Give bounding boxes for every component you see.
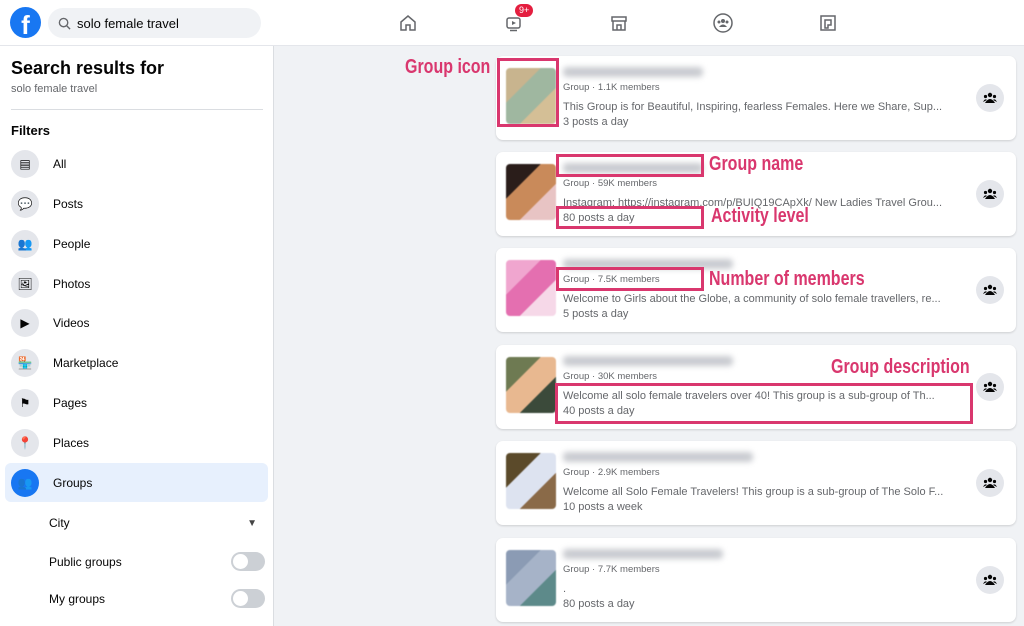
- all-icon: ▤: [11, 149, 39, 178]
- annotation-box-name: [556, 154, 704, 177]
- people-icon: 👥: [11, 229, 39, 258]
- group-avatar[interactable]: [506, 550, 556, 606]
- posts-icon: 💬: [11, 189, 39, 218]
- sidebar-item-groups[interactable]: 👥 Groups: [5, 463, 268, 502]
- sidebar-item-places[interactable]: 📍 Places: [5, 423, 268, 462]
- search-query: solo female travel: [11, 83, 98, 95]
- page-title: Search results for: [11, 58, 165, 78]
- groups-icon[interactable]: [710, 10, 736, 36]
- gaming-icon[interactable]: [815, 10, 841, 36]
- group-description: .: [563, 583, 567, 595]
- groups-icon: [983, 381, 997, 392]
- public-groups-filter: Public groups: [49, 552, 265, 571]
- group-name-blurred[interactable]: [563, 356, 733, 366]
- sidebar-item-photos[interactable]: 🖼 Photos: [5, 264, 268, 303]
- groups-icon: [983, 92, 997, 103]
- sidebar-item-all[interactable]: ▤ All: [5, 144, 268, 183]
- my-groups-label: My groups: [49, 591, 106, 606]
- annotation-members: Number of members: [709, 268, 865, 290]
- watch-icon[interactable]: 9+: [501, 4, 534, 36]
- group-name-blurred[interactable]: [563, 452, 753, 462]
- group-result-card[interactable]: Group · 1.1K members This Group is for B…: [496, 56, 1016, 140]
- groups-icon: 👥: [11, 468, 39, 497]
- sidebar-item-videos[interactable]: ▶ Videos: [5, 303, 268, 342]
- annotation-activity: Activity level: [711, 205, 809, 227]
- group-meta: Group · 1.1K members: [563, 82, 660, 93]
- group-result-card[interactable]: Group · 7.7K members . 80 posts a day: [496, 538, 1016, 622]
- join-group-button[interactable]: [976, 84, 1004, 112]
- groups-icon: [983, 188, 997, 199]
- join-group-button[interactable]: [976, 373, 1004, 401]
- sidebar-item-label: Pages: [53, 395, 88, 410]
- search-input[interactable]: [77, 15, 247, 31]
- my-groups-toggle[interactable]: [231, 589, 265, 608]
- group-name-blurred[interactable]: [563, 549, 723, 559]
- annotation-group-icon: Group icon: [405, 56, 491, 78]
- photos-icon: 🖼: [11, 269, 39, 298]
- group-description: Welcome to Girls about the Globe, a comm…: [563, 293, 941, 305]
- marketplace-icon[interactable]: [606, 10, 632, 36]
- city-filter[interactable]: City ▼: [49, 516, 265, 530]
- facebook-logo[interactable]: f: [10, 7, 41, 38]
- group-result-card[interactable]: Group · 2.9K members Welcome all Solo Fe…: [496, 441, 1016, 525]
- groups-icon: [983, 284, 997, 295]
- sidebar-item-pages[interactable]: ⚑ Pages: [5, 383, 268, 422]
- join-group-button[interactable]: [976, 180, 1004, 208]
- group-avatar[interactable]: [506, 164, 556, 220]
- filters-heading: Filters: [11, 123, 51, 138]
- join-group-button[interactable]: [976, 469, 1004, 497]
- group-activity: 80 posts a day: [563, 598, 635, 610]
- group-meta: Group · 59K members: [563, 178, 657, 189]
- sidebar: Search results for solo female travel Fi…: [0, 46, 274, 626]
- public-groups-toggle[interactable]: [231, 552, 265, 571]
- group-activity: 10 posts a week: [563, 501, 643, 513]
- group-avatar[interactable]: [506, 260, 556, 316]
- group-description: Welcome all Solo Female Travelers! This …: [563, 486, 944, 498]
- groups-icon: [983, 574, 997, 585]
- group-activity: 3 posts a day: [563, 116, 629, 128]
- join-group-button[interactable]: [976, 566, 1004, 594]
- home-icon[interactable]: [395, 10, 421, 36]
- caret-down-icon: ▼: [247, 517, 257, 529]
- sidebar-item-label: Photos: [53, 276, 91, 291]
- sidebar-item-label: Marketplace: [53, 355, 119, 370]
- annotation-box-members: [556, 267, 704, 291]
- pages-icon: ⚑: [11, 388, 39, 417]
- sidebar-item-label: Places: [53, 435, 90, 450]
- city-label: City: [49, 516, 70, 530]
- annotation-group-name: Group name: [709, 153, 804, 175]
- group-meta: Group · 7.7K members: [563, 564, 660, 575]
- places-icon: 📍: [11, 428, 39, 457]
- search-box[interactable]: [48, 8, 261, 38]
- search-icon: [58, 17, 71, 30]
- sidebar-item-label: All: [53, 156, 67, 171]
- top-bar: f 9+: [0, 0, 1024, 46]
- sidebar-item-label: People: [53, 236, 91, 251]
- annotation-description: Group description: [831, 356, 970, 378]
- my-groups-filter: My groups: [49, 589, 265, 608]
- group-meta: Group · 30K members: [563, 371, 657, 382]
- marketplace-icon: 🏪: [11, 348, 39, 377]
- annotation-box-activity: [556, 206, 704, 229]
- group-name-blurred[interactable]: [563, 67, 703, 77]
- divider: [11, 109, 263, 110]
- sidebar-item-label: Videos: [53, 315, 90, 330]
- sidebar-item-posts[interactable]: 💬 Posts: [5, 184, 268, 223]
- join-group-button[interactable]: [976, 276, 1004, 304]
- group-activity: 5 posts a day: [563, 308, 629, 320]
- group-avatar[interactable]: [506, 357, 556, 413]
- sidebar-item-label: Posts: [53, 196, 84, 211]
- notification-badge: 9+: [515, 4, 534, 17]
- groups-icon: [983, 477, 997, 488]
- sidebar-item-label: Groups: [53, 475, 93, 490]
- sidebar-item-marketplace[interactable]: 🏪 Marketplace: [5, 343, 268, 382]
- group-description: This Group is for Beautiful, Inspiring, …: [563, 101, 943, 113]
- group-meta: Group · 2.9K members: [563, 467, 660, 478]
- annotation-box-description: [555, 383, 973, 424]
- sidebar-item-people[interactable]: 👥 People: [5, 224, 268, 263]
- group-avatar[interactable]: [506, 453, 556, 509]
- public-groups-label: Public groups: [49, 554, 122, 569]
- videos-icon: ▶: [11, 308, 39, 337]
- annotation-box-icon: [497, 58, 559, 127]
